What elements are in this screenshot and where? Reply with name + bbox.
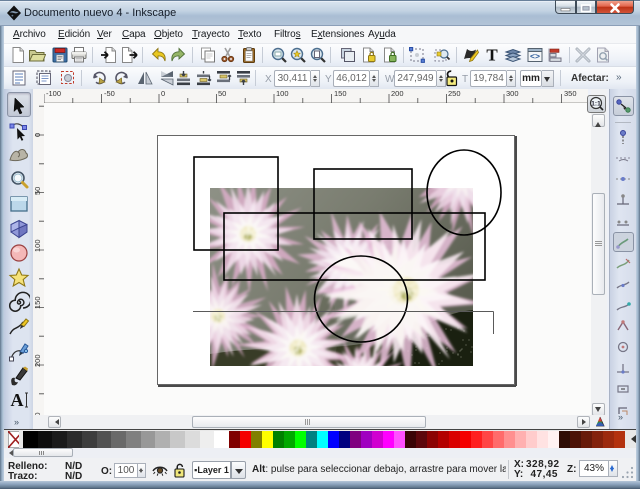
svg-text:1:1: 1:1 (591, 101, 601, 108)
svg-text:0: 0 (161, 89, 165, 98)
svg-text:-100: -100 (46, 89, 61, 98)
svg-text:100: 100 (276, 89, 289, 98)
svg-text:50: 50 (218, 89, 226, 98)
svg-text:150: 150 (334, 89, 347, 98)
svg-text:<>: <> (530, 51, 540, 61)
svg-text:350: 350 (564, 89, 577, 98)
svg-text:100: 100 (33, 239, 42, 252)
svg-text:50: 50 (33, 187, 42, 195)
svg-text:250: 250 (448, 89, 461, 98)
svg-text:A: A (11, 390, 24, 410)
svg-text:200: 200 (391, 89, 404, 98)
svg-text:T: T (486, 46, 498, 64)
svg-text:300: 300 (506, 89, 519, 98)
svg-text:0: 0 (33, 133, 42, 137)
svg-text:200: 200 (33, 354, 42, 367)
svg-text:-50: -50 (104, 89, 115, 98)
svg-text:150: 150 (33, 296, 42, 309)
